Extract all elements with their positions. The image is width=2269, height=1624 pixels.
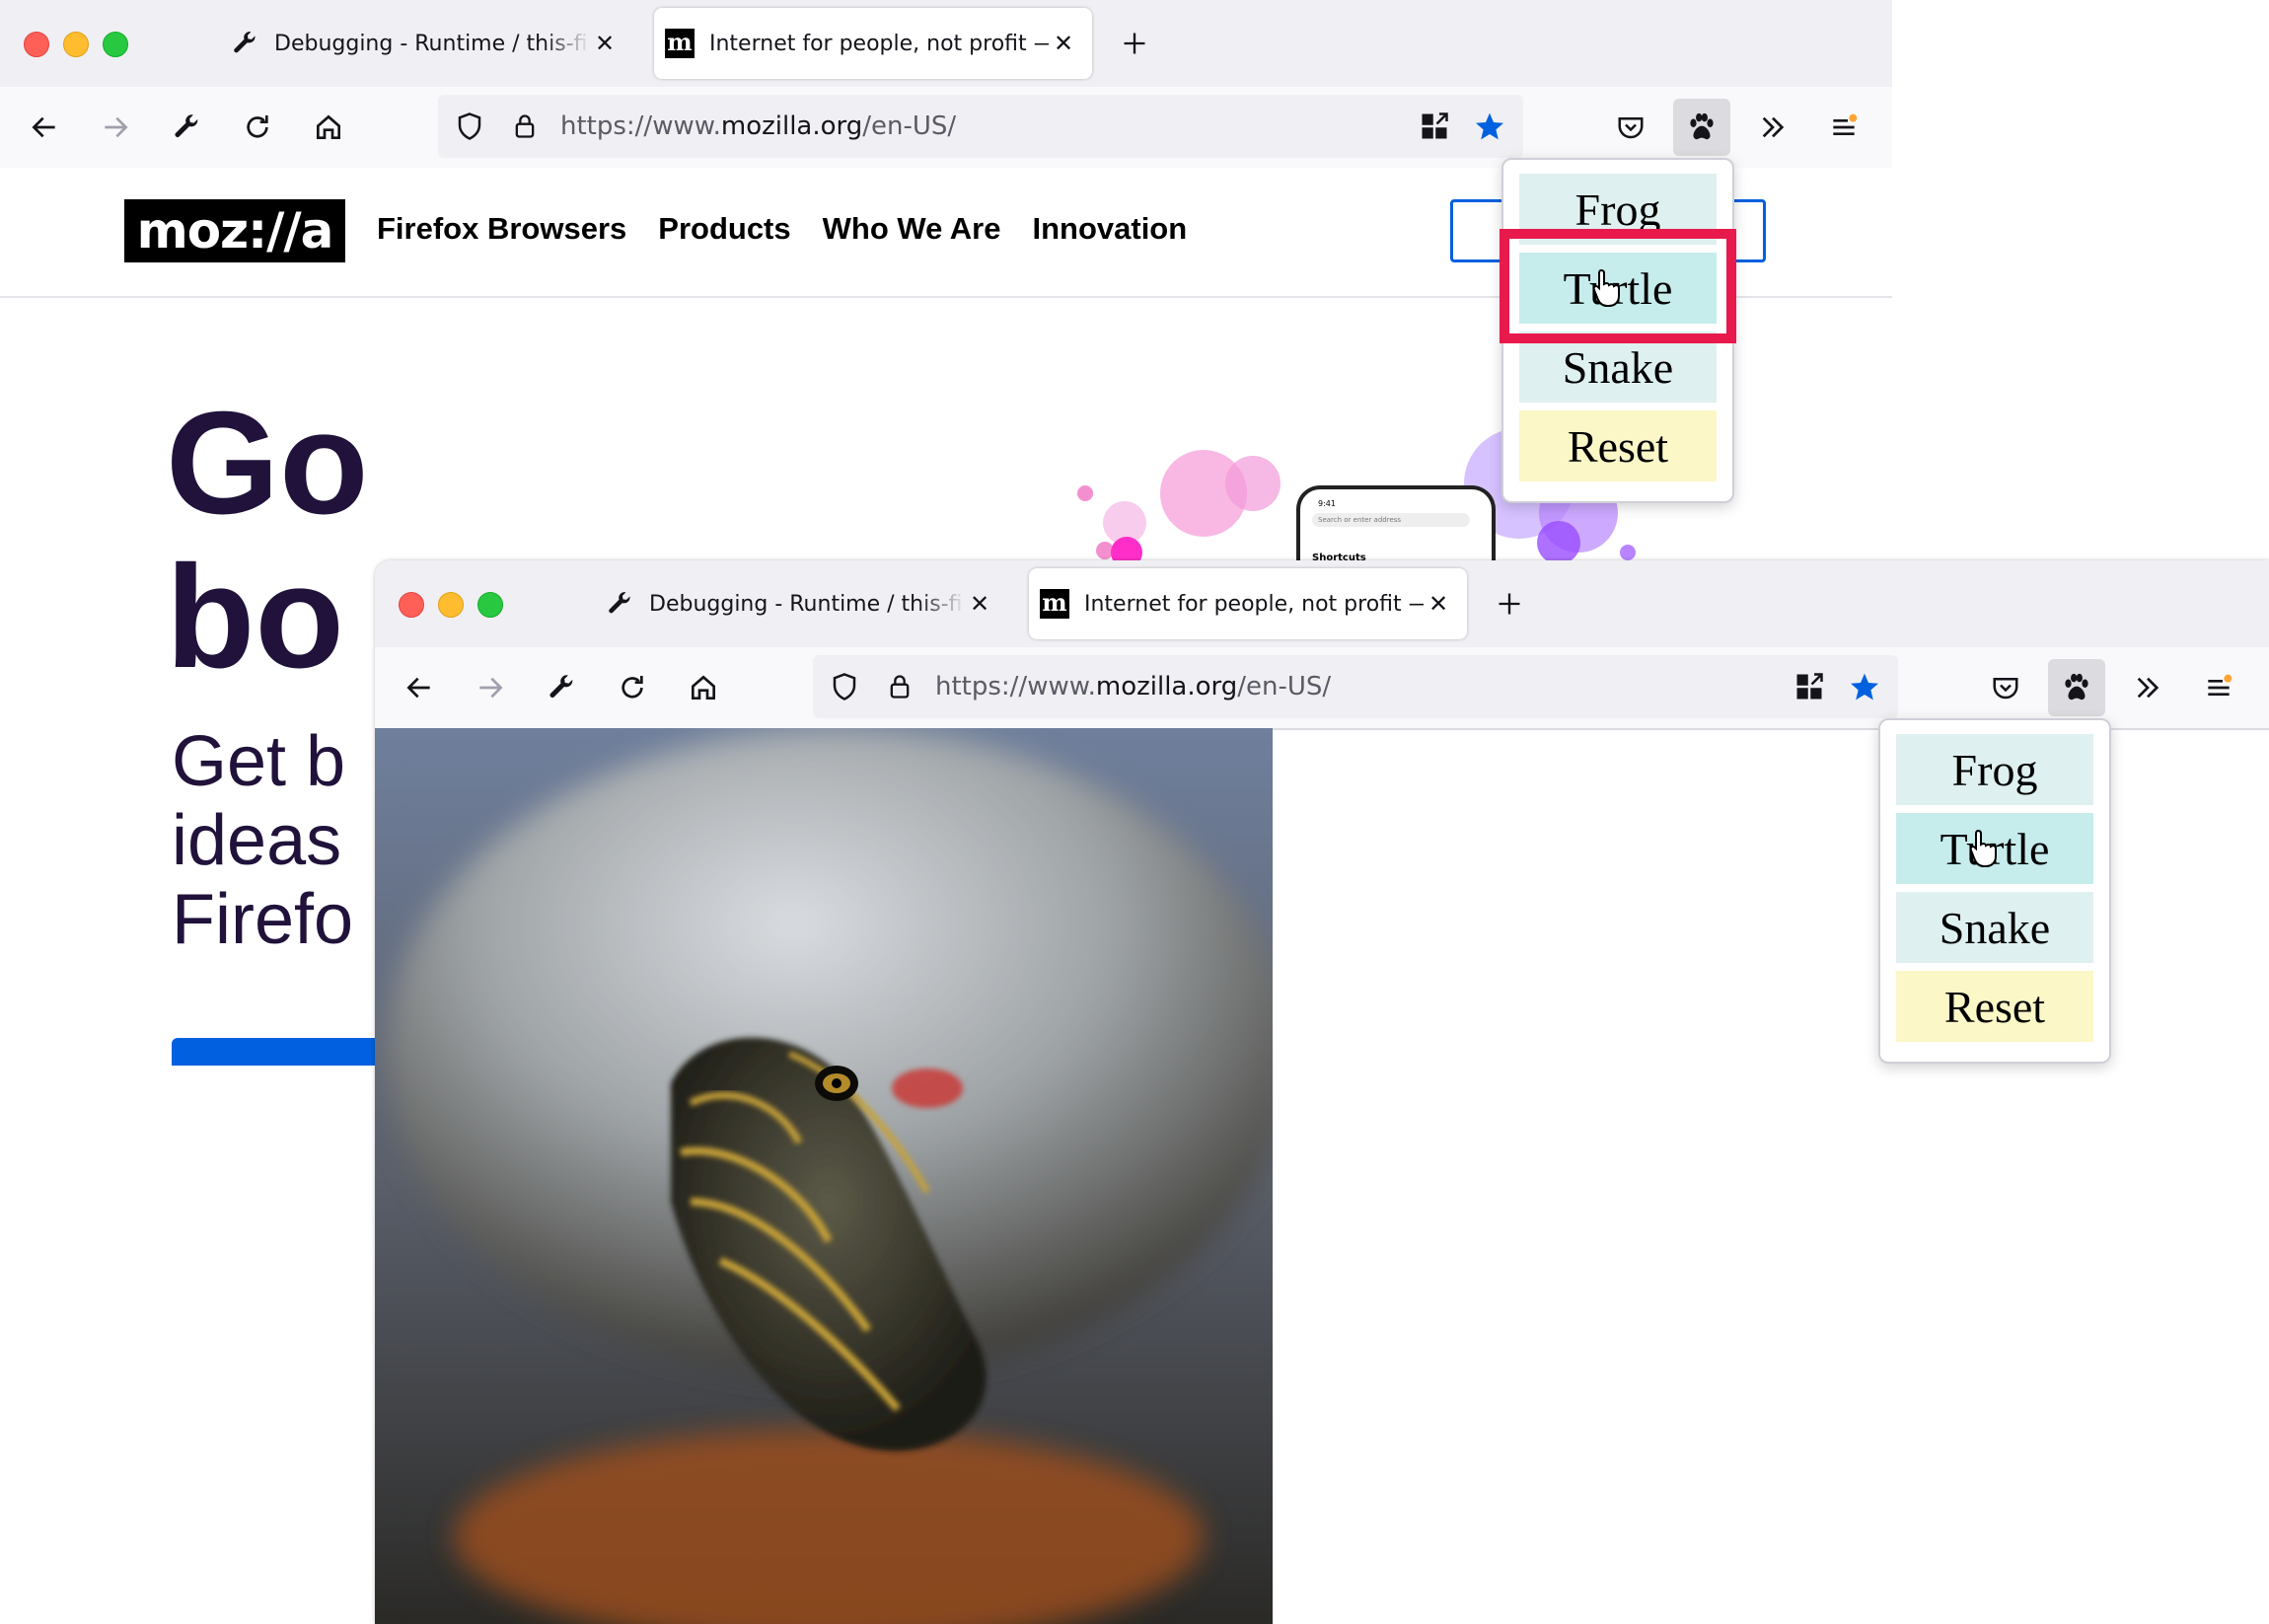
reload-icon[interactable]	[229, 99, 286, 156]
tab-mozilla[interactable]: m Internet for people, not profit — Mozi…	[1029, 568, 1467, 639]
hand-pointer-cursor-icon	[1969, 829, 1997, 867]
nav-who-we-are[interactable]: Who We Are	[823, 211, 1001, 247]
url-text: https://www.mozilla.org/en-US/	[935, 672, 1332, 701]
paw-icon	[1690, 112, 1714, 140]
animal-popup-front: Frog Turtle Snake Reset	[1878, 718, 2111, 1064]
shield-icon[interactable]	[454, 111, 485, 142]
minimize-window-button[interactable]	[63, 32, 89, 57]
mozilla-favicon: m	[664, 28, 695, 59]
paw-extension-button[interactable]	[1673, 99, 1730, 156]
url-text: https://www.mozilla.org/en-US/	[560, 111, 957, 141]
turtle-highlight-box	[1500, 229, 1736, 343]
paw-icon	[2065, 673, 2088, 701]
popup-item-snake[interactable]: Snake	[1896, 892, 2093, 963]
bookmark-star-icon[interactable]	[1474, 111, 1505, 142]
zoom-window-button[interactable]	[103, 32, 128, 57]
tab-strip: Debugging - Runtime / this-firefox ✕ m I…	[0, 0, 1892, 87]
mozilla-logo[interactable]: moz://a	[124, 199, 345, 262]
site-nav: Firefox Browsers Products Who We Are Inn…	[377, 211, 1187, 247]
qr-code-icon[interactable]	[1419, 111, 1450, 142]
overflow-chevrons-icon[interactable]	[2119, 659, 2176, 716]
url-bar[interactable]: https://www.mozilla.org/en-US/	[438, 95, 1523, 158]
hamburger-menu-icon[interactable]	[1815, 99, 1872, 156]
back-arrow-icon[interactable]	[391, 659, 448, 716]
tab-label: Debugging - Runtime / this-firefox	[649, 591, 965, 617]
wrench-icon	[229, 28, 260, 59]
mozilla-favicon: m	[1039, 588, 1070, 620]
tab-debugging[interactable]: Debugging - Runtime / this-firefox ✕	[594, 568, 1008, 639]
home-icon[interactable]	[675, 659, 732, 716]
new-tab-button[interactable]	[1488, 582, 1531, 626]
nav-firefox-browsers[interactable]: Firefox Browsers	[377, 211, 626, 247]
forward-arrow-icon[interactable]	[462, 659, 519, 716]
tab-label: Internet for people, not profit — Mozill…	[1084, 591, 1424, 617]
lock-icon[interactable]	[884, 671, 915, 702]
qr-code-icon[interactable]	[1793, 671, 1825, 702]
pocket-icon[interactable]	[1602, 99, 1659, 156]
back-arrow-icon[interactable]	[16, 99, 73, 156]
hero-subheading: Get b ideas Firefo	[172, 722, 354, 959]
zoom-window-button[interactable]	[477, 592, 503, 618]
paw-extension-button[interactable]	[2048, 659, 2105, 716]
nav-products[interactable]: Products	[658, 211, 790, 247]
popup-item-frog[interactable]: Frog	[1896, 734, 2093, 805]
tab-label: Debugging - Runtime / this-firefox	[274, 31, 590, 56]
close-tab-icon[interactable]: ✕	[965, 589, 994, 619]
turtle-photo	[375, 728, 1273, 1624]
close-tab-icon[interactable]: ✕	[1049, 29, 1078, 58]
tab-strip: Debugging - Runtime / this-firefox ✕ m I…	[375, 560, 2269, 647]
close-window-button[interactable]	[399, 592, 424, 618]
wrench-icon	[604, 588, 635, 620]
minimize-window-button[interactable]	[438, 592, 464, 618]
popup-item-reset[interactable]: Reset	[1896, 971, 2093, 1042]
tab-debugging[interactable]: Debugging - Runtime / this-firefox ✕	[219, 8, 633, 79]
bookmark-star-icon[interactable]	[1849, 671, 1880, 702]
wrench-icon[interactable]	[533, 659, 590, 716]
nav-innovation[interactable]: Innovation	[1032, 211, 1187, 247]
close-tab-icon[interactable]: ✕	[1424, 589, 1453, 619]
hero-heading: Go bo	[166, 382, 369, 699]
tab-mozilla[interactable]: m Internet for people, not profit — Mozi…	[654, 8, 1092, 79]
pocket-icon[interactable]	[1977, 659, 2034, 716]
forward-arrow-icon[interactable]	[87, 99, 144, 156]
url-bar[interactable]: https://www.mozilla.org/en-US/	[813, 655, 1898, 718]
tab-label: Internet for people, not profit — Mozill…	[709, 31, 1049, 56]
popup-item-reset[interactable]: Reset	[1519, 410, 1717, 481]
close-window-button[interactable]	[24, 32, 49, 57]
shield-icon[interactable]	[829, 671, 860, 702]
reload-icon[interactable]	[604, 659, 661, 716]
home-icon[interactable]	[300, 99, 357, 156]
wrench-icon[interactable]	[158, 99, 215, 156]
lock-icon[interactable]	[509, 111, 541, 142]
overflow-chevrons-icon[interactable]	[1744, 99, 1801, 156]
new-tab-button[interactable]	[1113, 22, 1156, 65]
hamburger-menu-icon[interactable]	[2190, 659, 2247, 716]
close-tab-icon[interactable]: ✕	[590, 29, 620, 58]
